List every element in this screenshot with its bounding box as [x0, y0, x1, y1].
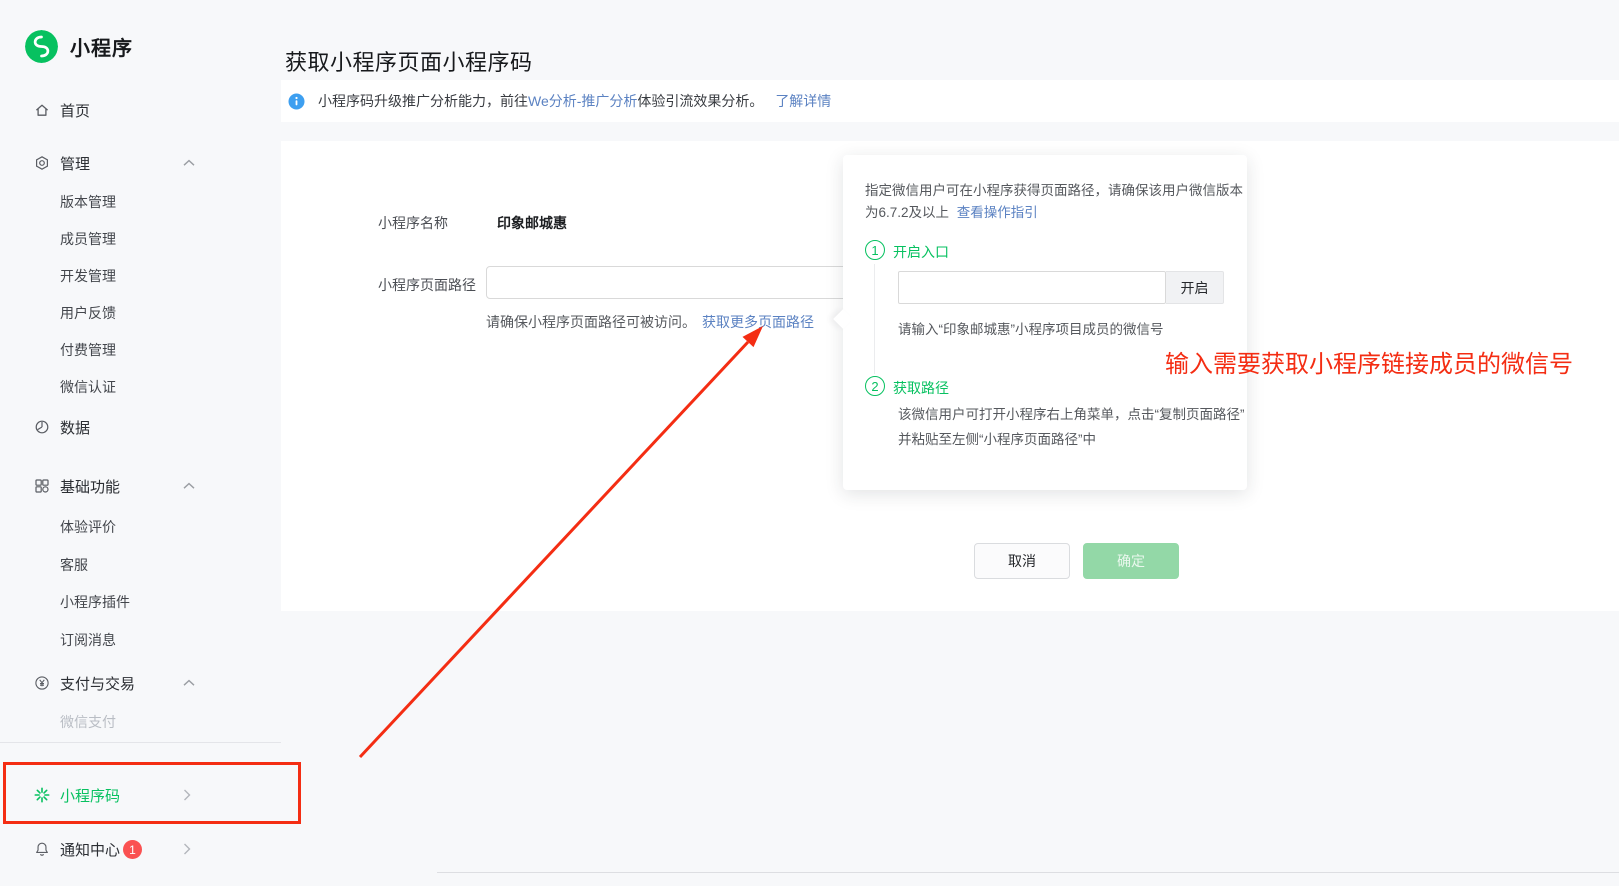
sidebar-item-user-feedback[interactable]: 用户反馈	[0, 301, 281, 325]
brand-name: 小程序	[70, 32, 133, 61]
wechat-id-input[interactable]	[898, 271, 1166, 304]
chevron-up-icon[interactable]	[183, 679, 195, 687]
learn-more-link[interactable]: 了解详情	[775, 93, 831, 109]
popover-intro: 指定微信用户可在小程序获得页面路径，请确保该用户微信版本为6.7.2及以上 查看…	[865, 180, 1247, 224]
sidebar-item-plugins[interactable]: 小程序插件	[0, 590, 281, 614]
step1-number: 1	[865, 240, 885, 260]
sidebar-item-label: 支付与交易	[60, 673, 135, 694]
get-more-paths-link[interactable]: 获取更多页面路径	[702, 314, 814, 330]
sidebar-item-manage[interactable]: 管理	[0, 151, 281, 175]
sidebar-item-label: 小程序码	[60, 785, 120, 806]
sidebar-item-label: 付费管理	[60, 340, 116, 360]
sidebar-item-wechat-verify[interactable]: 微信认证	[0, 375, 281, 399]
sidebar-item-dev-manage[interactable]: 开发管理	[0, 264, 281, 288]
notice-text: 小程序码升级推广分析能力，前往We分析-推广分析体验引流效果分析。 了解详情	[318, 91, 831, 111]
sidebar-item-label: 微信认证	[60, 377, 116, 397]
notice-text-before: 小程序码升级推广分析能力，前往	[318, 93, 528, 109]
info-icon	[288, 93, 305, 115]
chevron-up-icon[interactable]	[183, 482, 195, 490]
sidebar-item-pay-manage[interactable]: 付费管理	[0, 338, 281, 362]
miniprogram-name-value: 印象邮城惠	[497, 213, 567, 233]
sidebar: 小程序 首页 管理 版本管理 成员管理 开发管理 用户反馈 付费管理 微信认证	[0, 0, 281, 886]
chevron-right-icon	[183, 843, 191, 855]
miniprogram-name-label: 小程序名称	[378, 213, 448, 233]
notification-badge: 1	[123, 840, 142, 859]
chevron-right-icon	[183, 789, 191, 801]
confirm-button[interactable]: 确定	[1083, 543, 1179, 579]
step2-description: 该微信用户可打开小程序右上角菜单，点击“复制页面路径” 并粘贴至左侧“小程序页面…	[898, 402, 1245, 452]
bell-icon	[34, 841, 50, 857]
sidebar-item-basic-features[interactable]: 基础功能	[0, 474, 281, 498]
chevron-up-icon[interactable]	[183, 159, 195, 167]
open-button[interactable]: 开启	[1166, 271, 1224, 304]
page-path-helper-text: 请确保小程序页面路径可被访问。	[486, 314, 696, 330]
sidebar-item-label: 体验评价	[60, 517, 116, 537]
sparkle-code-icon	[34, 787, 50, 803]
sidebar-item-miniprogram-code[interactable]: 小程序码	[0, 783, 281, 807]
get-path-popover: 指定微信用户可在小程序获得页面路径，请确保该用户微信版本为6.7.2及以上 查看…	[843, 155, 1247, 490]
sidebar-item-label: 客服	[60, 555, 88, 575]
page-path-helper: 请确保小程序页面路径可被访问。获取更多页面路径	[486, 312, 814, 332]
miniprogram-console-page: 小程序 首页 管理 版本管理 成员管理 开发管理 用户反馈 付费管理 微信认证	[0, 0, 1619, 886]
step2-line1: 该微信用户可打开小程序右上角菜单，点击“复制页面路径”	[898, 402, 1245, 427]
sidebar-item-notification-center[interactable]: 通知中心 1	[0, 837, 281, 861]
pie-data-icon	[34, 419, 50, 435]
sidebar-item-label: 小程序插件	[60, 592, 130, 612]
sidebar-item-data[interactable]: 数据	[0, 415, 281, 439]
sidebar-item-payment-trade[interactable]: 支付与交易	[0, 671, 281, 695]
sidebar-item-customer-service[interactable]: 客服	[0, 553, 281, 577]
notice-text-after: 体验引流效果分析。	[637, 93, 763, 109]
yuan-circle-icon	[34, 675, 50, 691]
sidebar-divider	[0, 742, 281, 743]
sidebar-item-label: 微信支付	[60, 712, 116, 732]
brand: 小程序	[25, 30, 133, 63]
sidebar-item-subscribe-message[interactable]: 订阅消息	[0, 628, 281, 652]
sidebar-item-label: 开发管理	[60, 266, 116, 286]
step-connector-line	[874, 264, 875, 374]
miniprogram-logo-icon	[25, 30, 58, 63]
step1-title: 开启入口	[893, 242, 949, 262]
view-guide-link[interactable]: 查看操作指引	[957, 205, 1038, 220]
sidebar-item-experience-review[interactable]: 体验评价	[0, 515, 281, 539]
we-analytics-link[interactable]: We分析-推广分析	[528, 93, 637, 109]
popover-intro-text: 指定微信用户可在小程序获得页面路径，请确保该用户微信版本为6.7.2及以上	[865, 183, 1243, 220]
sidebar-item-home[interactable]: 首页	[0, 98, 281, 122]
sidebar-item-label: 基础功能	[60, 476, 120, 497]
blocks-icon	[34, 478, 50, 494]
step2-title: 获取路径	[893, 378, 949, 398]
page-title: 获取小程序页面小程序码	[285, 45, 533, 77]
step1-help: 请输入“印象邮城惠”小程序项目成员的微信号	[898, 318, 1164, 338]
cancel-button[interactable]: 取消	[974, 543, 1070, 579]
sidebar-item-label: 首页	[60, 100, 90, 121]
step2-line2: 并粘贴至左侧“小程序页面路径”中	[898, 427, 1245, 452]
sidebar-item-label: 用户反馈	[60, 303, 116, 323]
page-path-label: 小程序页面路径	[378, 275, 476, 295]
sidebar-item-label: 通知中心	[60, 839, 120, 860]
home-icon	[34, 102, 50, 118]
sidebar-item-version-manage[interactable]: 版本管理	[0, 190, 281, 214]
step2-number: 2	[865, 376, 885, 396]
notice-bar: 小程序码升级推广分析能力，前往We分析-推广分析体验引流效果分析。 了解详情	[281, 80, 1619, 122]
sidebar-item-wechat-pay[interactable]: 微信支付	[0, 710, 281, 734]
sidebar-item-label: 成员管理	[60, 229, 116, 249]
sidebar-item-label: 订阅消息	[60, 630, 116, 650]
hexagon-manage-icon	[34, 155, 50, 171]
sidebar-item-label: 数据	[60, 417, 90, 438]
footer-divider	[437, 872, 1619, 873]
sidebar-item-label: 版本管理	[60, 192, 116, 212]
sidebar-item-member-manage[interactable]: 成员管理	[0, 227, 281, 251]
sidebar-item-label: 管理	[60, 153, 90, 174]
